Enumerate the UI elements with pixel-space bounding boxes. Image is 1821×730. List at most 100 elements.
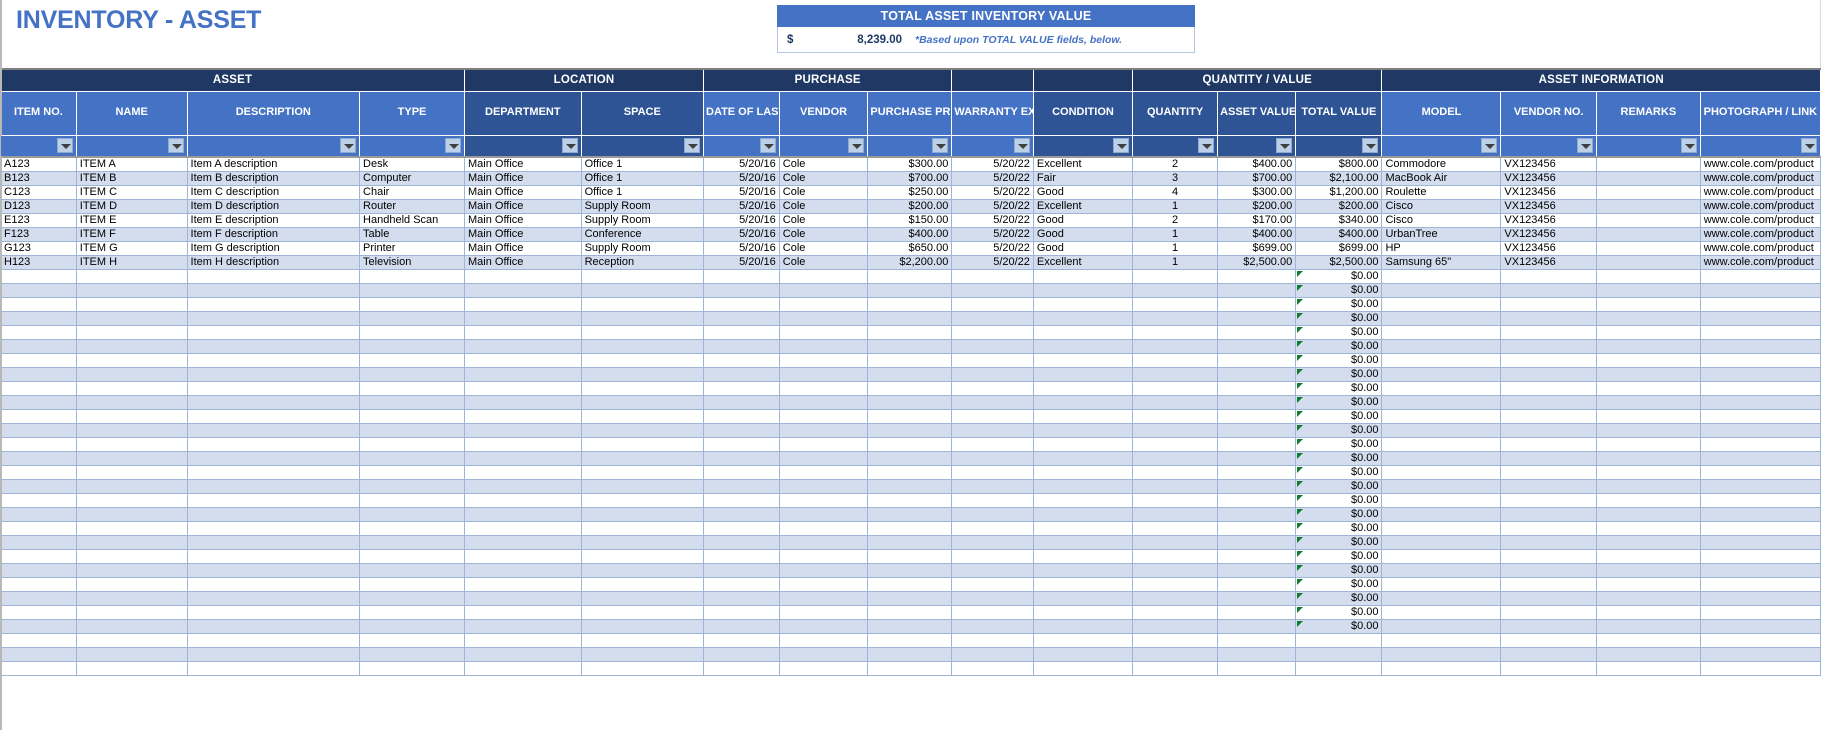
cell-date-of-last-order[interactable] — [704, 606, 780, 620]
cell-item-no[interactable] — [1, 340, 77, 354]
column-header-department[interactable]: DEPARTMENT — [465, 91, 582, 135]
cell-purchase-price-per-item[interactable] — [868, 634, 952, 648]
cell-space[interactable]: Supply Room — [581, 242, 703, 256]
cell-asset-value[interactable] — [1218, 396, 1296, 410]
cell-item-no[interactable] — [1, 312, 77, 326]
cell-photograph-link[interactable] — [1700, 438, 1820, 452]
cell-description[interactable] — [187, 522, 360, 536]
cell-remarks[interactable] — [1596, 270, 1700, 284]
cell-model[interactable] — [1382, 522, 1501, 536]
cell-condition[interactable] — [1033, 606, 1132, 620]
cell-item-no[interactable] — [1, 354, 77, 368]
cell-date-of-last-order[interactable] — [704, 550, 780, 564]
cell-remarks[interactable] — [1596, 396, 1700, 410]
cell-warranty-expiry-date[interactable] — [952, 466, 1034, 480]
cell-warranty-expiry-date[interactable] — [952, 564, 1034, 578]
cell-vendor[interactable] — [779, 396, 868, 410]
cell-item-no[interactable] — [1, 634, 77, 648]
cell-type[interactable] — [360, 634, 465, 648]
cell-type[interactable] — [360, 312, 465, 326]
cell-remarks[interactable] — [1596, 382, 1700, 396]
cell-total-value[interactable]: $340.00 — [1296, 214, 1382, 228]
table-row[interactable]: $0.00 — [1, 326, 1821, 340]
cell-type[interactable]: Handheld Scan — [360, 214, 465, 228]
cell-asset-value[interactable] — [1218, 354, 1296, 368]
cell-item-no[interactable] — [1, 564, 77, 578]
cell-vendor-no[interactable] — [1501, 368, 1597, 382]
cell-name[interactable] — [76, 438, 187, 452]
cell-type[interactable]: Router — [360, 200, 465, 214]
cell-type[interactable] — [360, 494, 465, 508]
cell-date-of-last-order[interactable]: 5/20/16 — [704, 157, 780, 172]
cell-department[interactable]: Main Office — [465, 200, 582, 214]
table-row[interactable]: $0.00 — [1, 424, 1821, 438]
cell-photograph-link[interactable]: www.cole.com/product — [1700, 186, 1820, 200]
cell-vendor[interactable] — [779, 312, 868, 326]
cell-remarks[interactable] — [1596, 214, 1700, 228]
cell-condition[interactable]: Good — [1033, 214, 1132, 228]
cell-department[interactable]: Main Office — [465, 157, 582, 172]
cell-remarks[interactable] — [1596, 662, 1700, 676]
cell-warranty-expiry-date[interactable] — [952, 634, 1034, 648]
cell-quantity[interactable]: 3 — [1133, 172, 1218, 186]
filter-dropdown-icon[interactable] — [1362, 138, 1378, 153]
cell-vendor[interactable] — [779, 648, 868, 662]
cell-type[interactable] — [360, 480, 465, 494]
cell-asset-value[interactable] — [1218, 592, 1296, 606]
cell-asset-value[interactable] — [1218, 382, 1296, 396]
cell-purchase-price-per-item[interactable] — [868, 508, 952, 522]
table-row[interactable]: $0.00 — [1, 578, 1821, 592]
cell-vendor-no[interactable]: VX123456 — [1501, 157, 1597, 172]
cell-remarks[interactable] — [1596, 438, 1700, 452]
cell-photograph-link[interactable] — [1700, 620, 1820, 634]
column-header-remarks[interactable]: REMARKS — [1596, 91, 1700, 135]
column-header-photograph-link[interactable]: PHOTOGRAPH / LINK — [1700, 91, 1820, 135]
cell-total-value[interactable]: $0.00 — [1296, 522, 1382, 536]
cell-asset-value[interactable] — [1218, 298, 1296, 312]
cell-warranty-expiry-date[interactable] — [952, 424, 1034, 438]
cell-purchase-price-per-item[interactable] — [868, 424, 952, 438]
cell-space[interactable] — [581, 368, 703, 382]
cell-remarks[interactable] — [1596, 522, 1700, 536]
cell-item-no[interactable] — [1, 452, 77, 466]
cell-purchase-price-per-item[interactable]: $150.00 — [868, 214, 952, 228]
filter-dropdown-icon[interactable] — [1577, 138, 1593, 153]
cell-vendor[interactable] — [779, 522, 868, 536]
filter-dropdown-icon[interactable] — [57, 138, 73, 153]
cell-remarks[interactable] — [1596, 326, 1700, 340]
cell-description[interactable] — [187, 466, 360, 480]
cell-purchase-price-per-item[interactable] — [868, 536, 952, 550]
cell-space[interactable]: Office 1 — [581, 186, 703, 200]
cell-department[interactable] — [465, 508, 582, 522]
cell-total-value[interactable]: $0.00 — [1296, 326, 1382, 340]
cell-type[interactable] — [360, 508, 465, 522]
cell-warranty-expiry-date[interactable]: 5/20/22 — [952, 228, 1034, 242]
cell-date-of-last-order[interactable] — [704, 662, 780, 676]
cell-description[interactable] — [187, 438, 360, 452]
table-row[interactable]: A123ITEM AItem A descriptionDeskMain Off… — [1, 157, 1821, 172]
filter-dropdown-icon[interactable] — [1014, 138, 1030, 153]
cell-date-of-last-order[interactable]: 5/20/16 — [704, 172, 780, 186]
cell-name[interactable] — [76, 536, 187, 550]
cell-condition[interactable] — [1033, 396, 1132, 410]
cell-description[interactable]: Item A description — [187, 157, 360, 172]
cell-vendor-no[interactable] — [1501, 340, 1597, 354]
cell-space[interactable] — [581, 494, 703, 508]
cell-model[interactable] — [1382, 564, 1501, 578]
cell-vendor-no[interactable] — [1501, 326, 1597, 340]
cell-description[interactable] — [187, 564, 360, 578]
cell-warranty-expiry-date[interactable] — [952, 648, 1034, 662]
cell-department[interactable] — [465, 648, 582, 662]
cell-remarks[interactable] — [1596, 340, 1700, 354]
cell-total-value[interactable]: $0.00 — [1296, 508, 1382, 522]
cell-photograph-link[interactable] — [1700, 452, 1820, 466]
cell-space[interactable]: Office 1 — [581, 157, 703, 172]
cell-warranty-expiry-date[interactable]: 5/20/22 — [952, 186, 1034, 200]
cell-space[interactable] — [581, 662, 703, 676]
cell-date-of-last-order[interactable] — [704, 438, 780, 452]
cell-name[interactable] — [76, 480, 187, 494]
cell-quantity[interactable] — [1133, 284, 1218, 298]
cell-vendor-no[interactable] — [1501, 410, 1597, 424]
cell-photograph-link[interactable]: www.cole.com/product — [1700, 256, 1820, 270]
cell-type[interactable] — [360, 522, 465, 536]
